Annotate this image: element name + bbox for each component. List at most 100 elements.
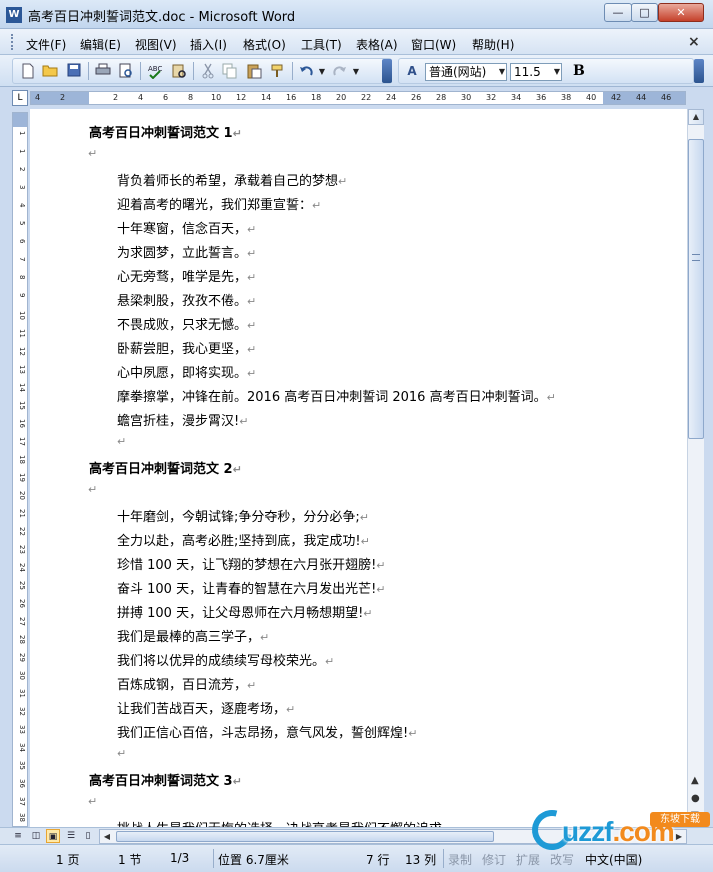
- menu-edit[interactable]: 编辑(E): [80, 36, 121, 53]
- vruler-number: 37: [18, 797, 26, 806]
- vruler-number: 29: [18, 653, 26, 662]
- menu-help[interactable]: 帮助(H): [472, 36, 514, 53]
- style-select[interactable]: 普通(网站): [425, 63, 507, 81]
- tab-selector[interactable]: L: [12, 90, 28, 106]
- ruler-number: 36: [536, 93, 547, 102]
- cut-icon[interactable]: [200, 63, 216, 79]
- status-track-changes[interactable]: 修订: [482, 851, 506, 868]
- document-paragraph: 我们将以优异的成绩续写母校荣光。↵: [117, 650, 334, 669]
- ruler-number: 18: [311, 93, 322, 102]
- undo-icon[interactable]: [298, 63, 314, 79]
- document-close-icon[interactable]: ×: [688, 34, 700, 50]
- styles-formatting-icon[interactable]: A: [404, 63, 420, 79]
- print-layout-view-icon[interactable]: ▣: [46, 829, 60, 843]
- paragraph-mark-icon: ↵: [88, 147, 98, 160]
- document-paragraph: 十年寒窗，信念百天，↵: [117, 218, 256, 237]
- vertical-scrollbar[interactable]: ▲ ▲ ● ▼: [687, 109, 704, 827]
- standard-toolbar-overflow-icon[interactable]: [382, 59, 392, 83]
- menu-tools[interactable]: 工具(T): [301, 36, 342, 53]
- vertical-scroll-thumb[interactable]: [688, 139, 704, 439]
- document-heading: 高考百日冲刺誓词范文 2↵: [89, 458, 242, 477]
- menu-insert[interactable]: 插入(I): [190, 36, 227, 53]
- menu-grip-icon[interactable]: [11, 34, 14, 50]
- window-title: 高考百日冲刺誓词范文.doc - Microsoft Word: [28, 10, 296, 25]
- bold-button[interactable]: B: [573, 63, 585, 79]
- status-page[interactable]: 1 页: [56, 851, 79, 868]
- style-dropdown-icon[interactable]: ▼: [496, 64, 508, 80]
- menu-table[interactable]: 表格(A): [356, 36, 398, 53]
- status-section[interactable]: 1 节: [118, 851, 141, 868]
- toolbar-separator: [88, 62, 89, 80]
- close-button[interactable]: ✕: [658, 3, 704, 22]
- vruler-number: 2: [18, 167, 26, 172]
- document-paragraph: 百炼成钢，百日流芳，↵: [117, 674, 256, 693]
- line-text: 背负着师长的希望，承载着自己的梦想: [117, 174, 339, 189]
- line-text: 卧薪尝胆，我心更坚，: [117, 342, 248, 357]
- vruler-number: 26: [18, 599, 26, 608]
- paragraph-mark-icon: ↵: [286, 703, 296, 716]
- horizontal-scroll-thumb[interactable]: [116, 831, 494, 842]
- new-icon[interactable]: [20, 63, 36, 79]
- paragraph-mark-icon: ↵: [232, 127, 242, 140]
- select-browse-object-icon[interactable]: ●: [691, 793, 700, 804]
- word-app-icon[interactable]: W: [6, 7, 22, 23]
- minimize-button[interactable]: —: [604, 3, 632, 22]
- document-page[interactable]: 高考百日冲刺誓词范文 1↵ ↵ 背负着师长的希望，承载着自己的梦想↵ 迎着高考的曙光，…: [30, 109, 687, 827]
- scroll-left-icon[interactable]: ◀: [100, 830, 114, 843]
- ruler-number: 44: [636, 93, 647, 102]
- status-record[interactable]: 录制: [448, 851, 472, 868]
- research-icon[interactable]: [171, 63, 187, 79]
- paragraph-mark-icon: ↵: [247, 319, 257, 332]
- paragraph-mark-icon: ↵: [376, 559, 386, 572]
- status-column[interactable]: 13 列: [405, 851, 436, 868]
- outline-view-icon[interactable]: ☰: [64, 829, 78, 843]
- font-size-dropdown-icon[interactable]: ▼: [551, 64, 563, 80]
- print-preview-icon[interactable]: [118, 63, 134, 79]
- copy-icon[interactable]: [222, 63, 238, 79]
- vruler-number: 19: [18, 473, 26, 482]
- paste-icon[interactable]: [246, 63, 262, 79]
- redo-dropdown-icon[interactable]: ▼: [350, 64, 362, 80]
- vruler-number: 13: [18, 365, 26, 374]
- paragraph-mark-icon: ↵: [247, 367, 257, 380]
- undo-dropdown-icon[interactable]: ▼: [316, 64, 328, 80]
- vruler-number: 34: [18, 743, 26, 752]
- scroll-up-icon[interactable]: ▲: [688, 109, 704, 125]
- line-text: 十年寒窗，信念百天，: [117, 222, 248, 237]
- previous-page-icon[interactable]: ▲: [691, 775, 699, 786]
- line-text: 不畏成败，只求无憾。: [117, 318, 248, 333]
- horizontal-ruler[interactable]: 4 2 2 4 6 8 10 12 14 16 18 20 22 24 26 2…: [30, 91, 686, 105]
- status-page-of[interactable]: 1/3: [170, 851, 189, 865]
- maximize-button[interactable]: □: [631, 3, 658, 22]
- status-position[interactable]: 位置 6.7厘米: [218, 851, 289, 868]
- line-text: 全力以赴，高考必胜;坚持到底，我定成功!: [117, 534, 361, 549]
- web-layout-view-icon[interactable]: ◫: [29, 829, 43, 843]
- toolbar-separator: [193, 62, 194, 80]
- vruler-number: 1: [18, 131, 26, 136]
- logo-badge: 东坡下载: [650, 812, 710, 827]
- status-line[interactable]: 7 行: [366, 851, 389, 868]
- line-text: 珍惜 100 天，让飞翔的梦想在六月张开翅膀!: [117, 558, 377, 573]
- open-icon[interactable]: [42, 63, 58, 79]
- paragraph-mark-icon: ↵: [117, 747, 127, 760]
- spelling-icon[interactable]: ABC: [147, 63, 163, 80]
- vruler-number: 9: [18, 293, 26, 298]
- normal-view-icon[interactable]: ≡: [11, 829, 25, 843]
- format-painter-icon[interactable]: [270, 63, 286, 79]
- menu-file[interactable]: 文件(F): [26, 36, 66, 53]
- save-icon[interactable]: [66, 63, 82, 79]
- line-text: 高考百日冲刺誓词范文 1: [89, 126, 233, 141]
- vertical-ruler[interactable]: 1 1 2 3 4 5 6 7 8 9 10 11 12 13 14 15 16…: [12, 112, 28, 827]
- vruler-number: 18: [18, 455, 26, 464]
- reading-layout-view-icon[interactable]: ▯: [81, 829, 95, 843]
- line-text: 我们是最棒的高三学子，: [117, 630, 261, 645]
- ruler-number: 22: [361, 93, 372, 102]
- redo-icon[interactable]: [332, 63, 348, 79]
- formatting-toolbar-overflow-icon[interactable]: [694, 59, 704, 83]
- document-paragraph: 悬梁刺股，孜孜不倦。↵: [117, 290, 256, 309]
- menu-format[interactable]: 格式(O): [243, 36, 286, 53]
- ruler-number: 16: [286, 93, 297, 102]
- menu-window[interactable]: 窗口(W): [411, 36, 456, 53]
- menu-view[interactable]: 视图(V): [135, 36, 177, 53]
- print-icon[interactable]: [95, 63, 111, 79]
